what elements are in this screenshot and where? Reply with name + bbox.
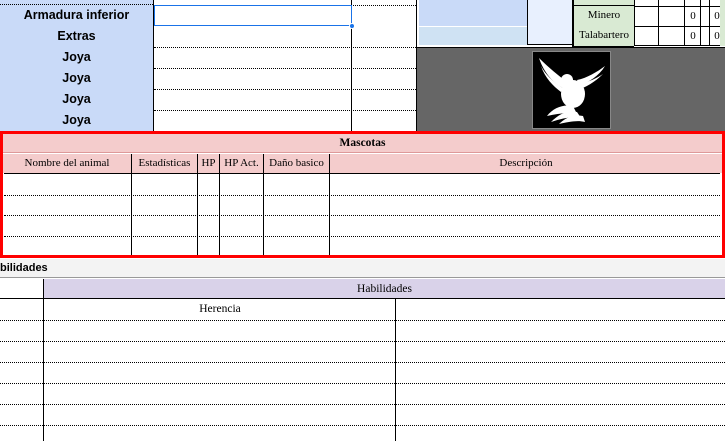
habilidades-section-label <box>0 259 725 278</box>
equipment-label[interactable]: Armadura inferior <box>0 5 153 27</box>
equipment-value-cell[interactable] <box>154 110 416 131</box>
col-header-estadisticas[interactable]: Estadísticas <box>132 154 197 173</box>
equipment-value-cell[interactable] <box>154 68 416 90</box>
craft-label[interactable]: Minero <box>574 6 634 27</box>
equipment-label[interactable]: Joya <box>0 68 153 90</box>
equipment-label[interactable]: Extras <box>0 26 153 48</box>
craft-label[interactable]: Talabartero <box>574 26 634 47</box>
col-header-nombre[interactable]: Nombre del animal <box>3 154 131 173</box>
table-row[interactable] <box>4 194 720 216</box>
list-item[interactable] <box>0 404 725 426</box>
list-item[interactable] <box>0 320 725 342</box>
dove-icon <box>532 51 611 129</box>
equipment-value-cell[interactable] <box>154 26 416 48</box>
equipment-label[interactable]: Joya <box>0 110 153 131</box>
habilidades-section-label-text: bilidades <box>0 262 48 274</box>
col-header-hp-act[interactable]: HP Act. <box>220 154 263 173</box>
list-item[interactable] <box>0 362 725 384</box>
mascotas-title: Mascotas <box>3 134 722 153</box>
fill-handle[interactable] <box>349 23 355 29</box>
list-item[interactable] <box>0 341 725 363</box>
equipment-value-cell[interactable] <box>154 89 416 111</box>
habilidades-header[interactable]: Habilidades <box>44 279 725 299</box>
col-header-hp[interactable]: HP <box>198 154 219 173</box>
craft-value[interactable]: 0 <box>686 7 700 26</box>
active-cell[interactable] <box>154 5 352 26</box>
equipment-label[interactable]: Joya <box>0 89 153 111</box>
craft-value[interactable]: 0 <box>686 27 700 46</box>
herencia-label: Herencia <box>199 303 241 315</box>
list-item[interactable] <box>0 383 725 405</box>
table-row[interactable] <box>4 215 720 237</box>
list-item[interactable] <box>0 425 725 441</box>
table-row[interactable] <box>4 173 720 196</box>
equipment-value-cell[interactable] <box>154 47 416 69</box>
equipment-table: Armadura inferior Extras Joya Joya Joya … <box>0 0 417 131</box>
equipment-label[interactable]: Joya <box>0 47 153 69</box>
col-header-descripcion[interactable]: Descripción <box>330 154 722 173</box>
col-header-dano-basico[interactable]: Daño basico <box>264 154 329 173</box>
table-row[interactable] <box>4 236 720 255</box>
